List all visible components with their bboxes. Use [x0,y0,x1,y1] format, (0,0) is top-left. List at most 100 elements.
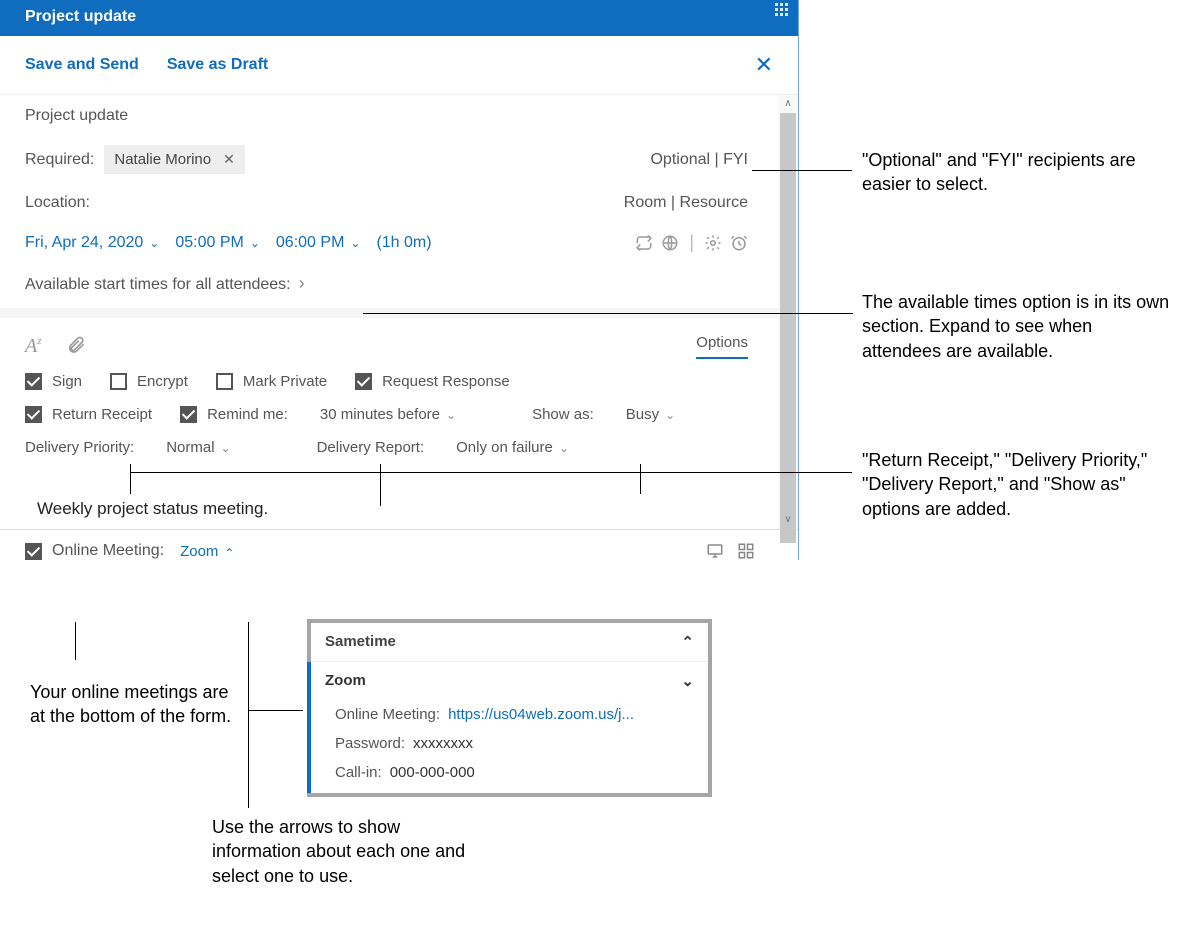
repeat-icon[interactable] [635,234,653,252]
online-meeting-dropdown[interactable]: Zoom ⌃ [180,543,234,560]
scroll-thumb[interactable] [780,113,796,543]
show-as-label: Show as: [532,406,594,423]
meeting-url-label: Online Meeting: [335,706,440,723]
remove-recipient-icon[interactable]: ✕ [223,151,235,168]
meeting-url-value[interactable]: https://us04web.zoom.us/j... [448,706,634,723]
attachment-icon[interactable] [66,335,86,358]
vertical-scrollbar[interactable] [778,95,798,529]
online-meeting-checkbox[interactable]: Online Meeting: [25,542,164,560]
sign-label: Sign [52,373,82,390]
end-time-value: 06:00 PM [276,234,344,252]
callout-tick-3a [130,464,131,494]
show-as-value: Busy [626,406,659,423]
remind-me-checkbox[interactable]: Remind me: [180,406,288,423]
location-row: Location: Room | Resource [25,184,748,222]
optional-fyi-link[interactable]: Optional | FYI [650,151,748,169]
show-as-dropdown[interactable]: Busy⌄ [626,406,675,423]
chevron-down-icon[interactable]: ⌄ [681,672,694,690]
gear-icon[interactable] [704,234,722,252]
available-times-label: Available start times for all attendees: [25,273,305,294]
mark-private-checkbox[interactable]: Mark Private [216,373,327,390]
mark-private-label: Mark Private [243,373,327,390]
close-icon[interactable]: ✕ [755,54,773,76]
save-and-send-button[interactable]: Save and Send [25,56,139,74]
meeting-password-row: Password: xxxxxxxx [311,729,708,758]
sametime-label: Sametime [325,633,396,651]
scroll-up-icon[interactable] [778,95,798,113]
location-label: Location: [25,194,90,212]
callout-line-1 [752,170,852,171]
sign-checkbox[interactable]: Sign [25,373,82,390]
callout-tick-4 [75,622,76,660]
available-times-row[interactable]: Available start times for all attendees: [25,263,748,304]
delivery-report-dropdown[interactable]: Only on failure⌄ [456,439,569,456]
meeting-password-label: Password: [335,735,405,752]
annotation-arrows: Use the arrows to show information about… [212,815,492,888]
required-label: Required: [25,151,94,169]
meeting-password-value: xxxxxxxx [413,735,473,752]
callout-line-2 [363,313,853,314]
delivery-report-label: Delivery Report: [317,439,425,456]
options-row-1: Sign Encrypt Mark Private Request Respon… [25,365,748,398]
meeting-provider-panel: Sametime ⌃ Zoom ⌄ Online Meeting: https:… [307,619,712,797]
options-row-3: Delivery Priority: Normal⌄ Delivery Repo… [25,431,748,464]
remind-me-label: Remind me: [207,406,288,423]
remind-me-dropdown[interactable]: 30 minutes before⌄ [320,406,456,423]
room-resource-link[interactable]: Room | Resource [624,194,748,212]
remind-me-value: 30 minutes before [320,406,440,423]
chevron-up-icon[interactable]: ⌃ [681,633,694,651]
grid-icon[interactable] [737,542,755,560]
text-style-icon[interactable]: Az [25,335,42,358]
start-time-picker[interactable]: 05:00 PM⌄ [175,234,260,252]
return-receipt-checkbox[interactable]: Return Receipt [25,406,152,423]
online-meeting-row: Online Meeting: Zoom ⌃ [25,542,755,560]
action-bar: Save and Send Save as Draft ✕ [0,36,798,95]
delivery-priority-value: Normal [166,439,214,456]
window-title: Project update [25,8,136,25]
titlebar: Project update [0,0,798,36]
save-as-draft-button[interactable]: Save as Draft [167,56,268,74]
zoom-row[interactable]: Zoom ⌄ [311,662,708,700]
grip-icon[interactable] [774,2,792,16]
delivery-priority-label: Delivery Priority: [25,439,134,456]
duration-display: (1h 0m) [376,234,431,252]
date-picker[interactable]: Fri, Apr 24, 2020⌄ [25,234,159,252]
meeting-url-row: Online Meeting: https://us04web.zoom.us/… [311,700,708,729]
delivery-priority-dropdown[interactable]: Normal⌄ [166,439,230,456]
meeting-callin-row: Call-in: 000-000-000 [311,758,708,793]
annotation-optional-fyi: "Optional" and "FYI" recipients are easi… [862,148,1172,197]
datetime-row: Fri, Apr 24, 2020⌄ 05:00 PM⌄ 06:00 PM⌄ (… [25,222,748,263]
subject-field[interactable]: Project update [25,95,748,135]
meeting-callin-value: 000-000-000 [390,764,475,781]
start-time-value: 05:00 PM [175,234,243,252]
callout-tick-5 [248,622,249,808]
callout-tick-3b [380,464,381,506]
annotation-online-meetings: Your online meetings are at the bottom o… [30,680,240,729]
sametime-row[interactable]: Sametime ⌃ [311,623,708,662]
request-response-checkbox[interactable]: Request Response [355,373,510,390]
request-response-label: Request Response [382,373,510,390]
recipient-chip[interactable]: Natalie Morino ✕ [104,145,244,174]
required-row: Required: Natalie Morino ✕ Optional | FY… [25,135,748,184]
annotation-delivery-options: "Return Receipt," "Delivery Priority," "… [862,448,1182,521]
return-receipt-label: Return Receipt [52,406,152,423]
callout-tick-3c [640,464,641,494]
callout-line-5 [248,710,303,711]
end-time-picker[interactable]: 06:00 PM⌄ [276,234,361,252]
encrypt-checkbox[interactable]: Encrypt [110,373,188,390]
meeting-editor-window: Project update Save and Send Save as Dra… [0,0,799,560]
online-meeting-label: Online Meeting: [52,542,164,560]
delivery-report-value: Only on failure [456,439,553,456]
options-row-2: Return Receipt Remind me: 30 minutes bef… [25,398,748,431]
callout-line-3 [130,472,852,473]
zoom-label: Zoom [325,672,366,690]
display-icon[interactable] [705,542,725,560]
alarm-icon[interactable] [730,234,748,252]
date-value: Fri, Apr 24, 2020 [25,234,143,252]
options-tab[interactable]: Options [696,334,748,359]
globe-icon[interactable] [661,234,679,252]
meeting-callin-label: Call-in: [335,764,382,781]
scroll-down-icon[interactable] [778,511,798,529]
editor-toolbar: Az Options [25,322,748,365]
recipient-name: Natalie Morino [114,151,211,168]
